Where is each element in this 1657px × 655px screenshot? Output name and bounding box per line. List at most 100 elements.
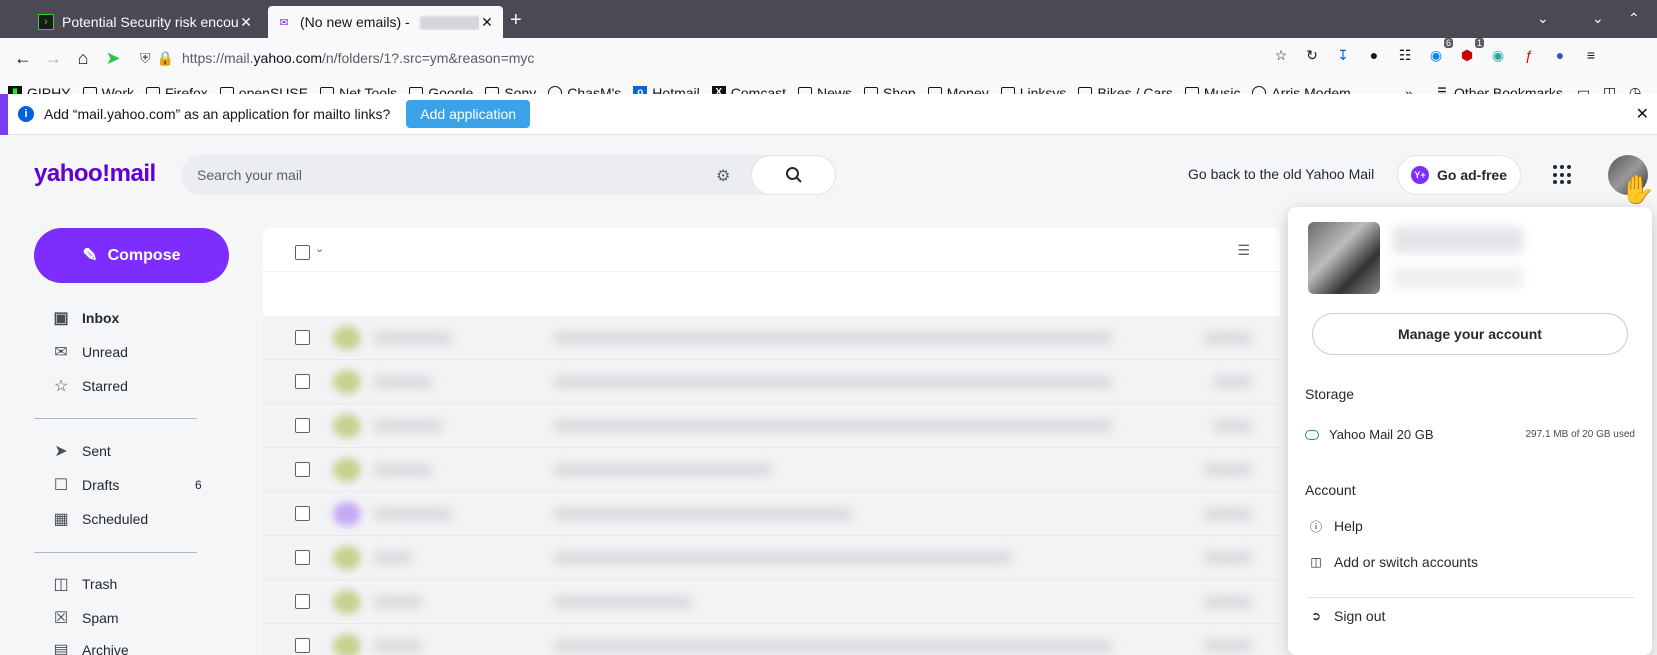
draft-icon: ☐ [53, 477, 69, 494]
tab-yahoo-mail[interactable]: ✉ (No new emails) - ✕ [268, 6, 503, 38]
message-row[interactable] [263, 316, 1280, 360]
row-checkbox[interactable] [295, 374, 310, 389]
list-settings-icon[interactable]: ☰ [1237, 242, 1250, 259]
sender-avatar [333, 590, 361, 614]
back-arrow-icon[interactable]: ← [8, 43, 38, 73]
row-checkbox[interactable] [295, 594, 310, 609]
sidebar-item-starred[interactable]: ☆ Starred [50, 374, 128, 398]
inbox-icon: ▣ [53, 310, 69, 327]
redacted-subject [553, 420, 1113, 432]
account-heading: Account [1305, 482, 1356, 498]
row-checkbox[interactable] [295, 330, 310, 345]
message-row[interactable] [263, 360, 1280, 404]
select-all-checkbox[interactable] [295, 245, 310, 260]
extension-bird-icon[interactable]: ◉ 6 [1425, 38, 1453, 66]
tab-title: Potential Security risk encou [62, 14, 238, 30]
sidebar-item-sent[interactable]: ➤ Sent [50, 439, 111, 463]
sidebar-item-label: Unread [82, 344, 128, 360]
message-row[interactable] [263, 536, 1280, 580]
reload-icon[interactable]: ↻ [1301, 44, 1323, 66]
search-filter-icon[interactable]: ⚙ [716, 166, 730, 186]
chevron-down-icon[interactable]: ⌄ [315, 242, 324, 255]
message-row[interactable] [263, 624, 1280, 655]
menu-divider [1308, 597, 1635, 598]
bookmark-star-icon[interactable]: ☆ [1270, 44, 1292, 66]
extension-green-icon[interactable]: ● [1363, 44, 1385, 66]
close-tab-icon[interactable]: ✕ [238, 14, 254, 31]
row-checkbox[interactable] [295, 418, 310, 433]
search-button[interactable] [751, 155, 836, 195]
switch-accounts-item[interactable]: ◫ Add or switch accounts [1308, 554, 1478, 570]
redacted-date [1203, 552, 1253, 564]
redacted-account-name [1393, 227, 1523, 253]
extensions-puzzle-icon[interactable]: ☷ [1394, 44, 1416, 66]
sidebar-item-label: Inbox [82, 310, 120, 326]
toolbar-icons: ☆ ↻ ↧ ● ☷ ◉ 6 ⬢ 1 ◉ ƒ ● ≡ [1270, 38, 1602, 66]
sidebar-divider [34, 418, 197, 419]
ad-free-label: Go ad-free [1436, 167, 1507, 183]
menu-icon[interactable]: ≡ [1580, 44, 1602, 66]
storage-row[interactable]: Yahoo Mail 20 GB 297.1 MB of 20 GB used [1305, 427, 1635, 442]
forward-arrow-icon[interactable]: → [38, 43, 68, 73]
manage-account-button[interactable]: Manage your account [1312, 313, 1628, 355]
sidebar-item-trash[interactable]: ◫ Trash [50, 572, 117, 596]
row-checkbox[interactable] [295, 550, 310, 565]
redacted-date [1213, 420, 1253, 432]
shield-icon[interactable]: ⛨ [140, 50, 151, 67]
search-input[interactable] [197, 155, 677, 195]
flash-icon[interactable]: ƒ [1518, 44, 1540, 66]
maximize-icon[interactable]: ⌃ [1628, 10, 1640, 27]
sidebar-item-archive[interactable]: ▤ Archive [50, 638, 129, 655]
extension-teal-icon[interactable]: ◉ [1487, 44, 1509, 66]
downloads-icon[interactable]: ↧ [1332, 44, 1354, 66]
close-notification-icon[interactable]: ✕ [1636, 104, 1649, 124]
sender-avatar [333, 502, 361, 526]
redacted-date [1203, 464, 1253, 476]
old-mail-link[interactable]: Go back to the old Yahoo Mail [1188, 166, 1374, 182]
redacted-account-email [1393, 267, 1523, 289]
tab-security-risk[interactable]: › Potential Security risk encou ✕ [30, 6, 262, 38]
archive-icon: ▤ [53, 642, 69, 655]
sender-avatar [333, 546, 361, 570]
sidebar-item-unread[interactable]: ✉ Unread [50, 340, 128, 364]
sidebar-item-label: Starred [82, 378, 128, 394]
sign-out-item[interactable]: ➲ Sign out [1308, 608, 1385, 624]
extension-icon[interactable]: ➤ [98, 43, 128, 73]
compose-button[interactable]: ✎ Compose [34, 228, 229, 283]
extension-blue-icon[interactable]: ● [1549, 44, 1571, 66]
tab-title: (No new emails) - [300, 13, 414, 30]
sidebar-item-inbox[interactable]: ▣ Inbox [50, 306, 119, 330]
row-checkbox[interactable] [295, 638, 310, 653]
notification-message: Add “mail.yahoo.com” as an application f… [44, 106, 391, 122]
message-row[interactable] [263, 404, 1280, 448]
message-row[interactable] [263, 448, 1280, 492]
cloud-icon [1305, 429, 1319, 440]
sidebar-item-spam[interactable]: ☒ Spam [50, 606, 119, 630]
home-icon[interactable]: ⌂ [68, 43, 98, 73]
yahoo-mail-logo[interactable]: yahoo!mail [34, 160, 156, 188]
sidebar-item-drafts[interactable]: ☐ Drafts [50, 473, 120, 497]
info-icon: i [18, 106, 34, 122]
message-row[interactable] [263, 580, 1280, 624]
close-tab-icon[interactable]: ✕ [479, 14, 495, 31]
minimize-icon[interactable]: ⌄ [1592, 10, 1604, 27]
help-item[interactable]: ⓘ Help [1308, 518, 1363, 534]
go-ad-free-button[interactable]: Y+ Go ad-free [1397, 155, 1521, 195]
add-application-button[interactable]: Add application [406, 100, 531, 128]
sidebar-item-label: Archive [82, 642, 129, 655]
url-bar[interactable]: ⛨ 🔒 https://mail. yahoo.com/n/folders/1?.… [140, 42, 1305, 74]
row-checkbox[interactable] [295, 506, 310, 521]
redacted-subject [553, 464, 773, 476]
redacted-sender [373, 508, 453, 520]
redacted-subject [553, 376, 1113, 388]
extension-badge: 6 [1443, 38, 1453, 48]
drafts-count: 6 [195, 478, 202, 492]
list-tabs-icon[interactable]: ⌄ [1537, 10, 1549, 27]
apps-grid-icon[interactable] [1553, 165, 1573, 185]
message-row[interactable] [263, 492, 1280, 536]
lock-icon[interactable]: 🔒 [157, 50, 174, 67]
row-checkbox[interactable] [295, 462, 310, 477]
new-tab-icon[interactable]: + [510, 9, 522, 32]
sidebar-item-scheduled[interactable]: ▦ Scheduled [50, 507, 148, 531]
adblock-icon[interactable]: ⬢ 1 [1456, 38, 1484, 66]
